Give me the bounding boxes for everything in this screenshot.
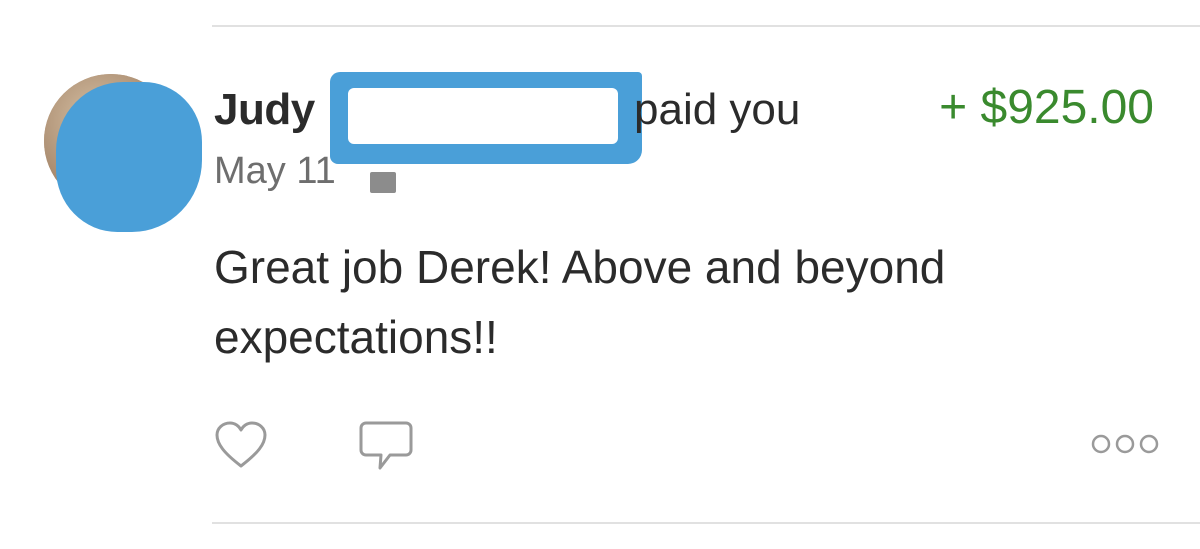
payer-name[interactable]: Judy [214, 88, 315, 132]
comment-icon[interactable] [358, 420, 414, 472]
heart-icon[interactable] [214, 420, 268, 470]
top-divider [212, 25, 1200, 27]
more-options-icon[interactable] [1090, 432, 1160, 456]
transaction-amount: + $925.00 [939, 81, 1154, 134]
bottom-divider [212, 522, 1200, 524]
payment-note: Great job Derek! Above and beyond expect… [214, 241, 946, 363]
avatar-redaction [56, 82, 202, 232]
friends-privacy-icon [370, 172, 396, 193]
transaction-action: paid you [634, 85, 801, 134]
transaction-date: May 11 [214, 150, 336, 192]
name-redaction [330, 72, 642, 164]
